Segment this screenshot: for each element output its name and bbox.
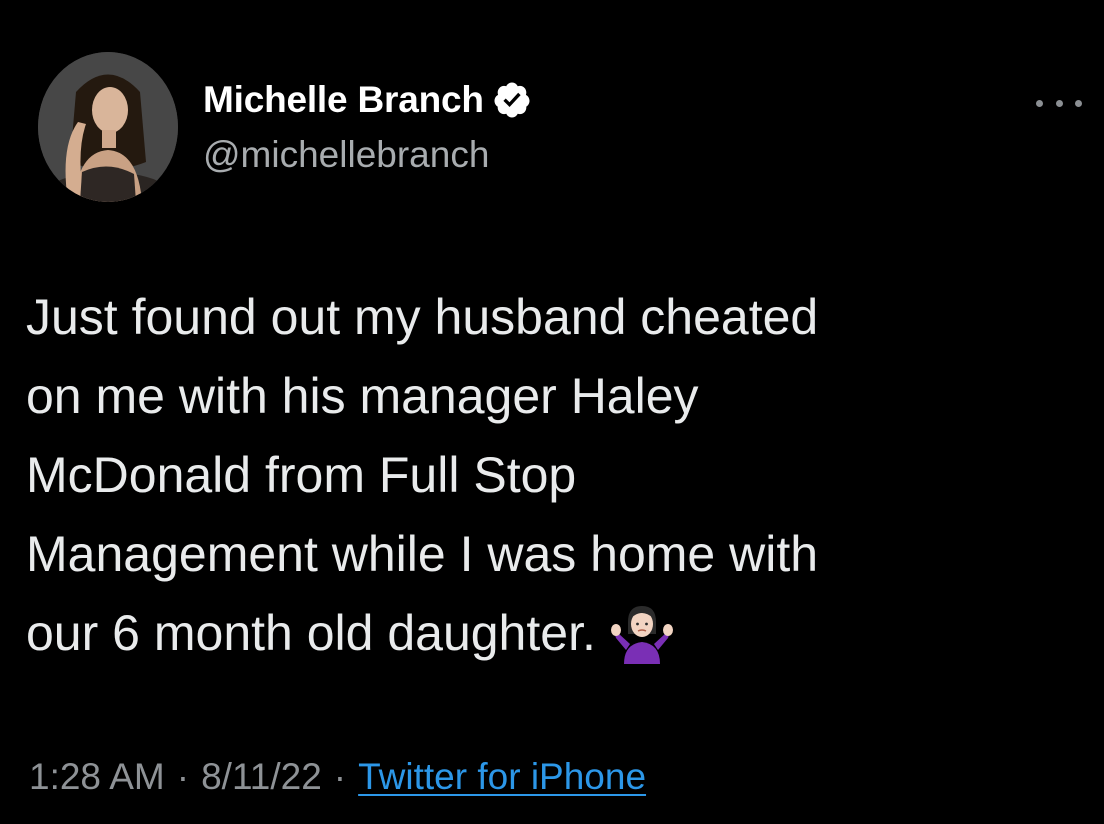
more-dot xyxy=(1055,99,1063,107)
tweet-line-last: our 6 month old daughter. xyxy=(26,594,1076,673)
more-dot xyxy=(1036,99,1043,107)
tweet-line: McDonald from Full Stop xyxy=(26,447,577,503)
tweet-text: Just found out my husband cheated on me … xyxy=(26,278,1076,673)
avatar-photo xyxy=(38,52,178,202)
more-dot xyxy=(1075,99,1082,107)
author-handle[interactable]: @michellebranch xyxy=(203,134,489,176)
tweet-line: our 6 month old daughter. xyxy=(26,605,596,661)
more-horizontal-icon[interactable] xyxy=(1036,96,1082,110)
tweet-time[interactable]: 1:28 AM xyxy=(29,756,165,797)
tweet-line: Management while I was home with xyxy=(26,526,819,582)
person-shrugging-emoji-icon xyxy=(610,600,674,664)
tweet-meta: 1:28 AM · 8/11/22 · Twitter for iPhone xyxy=(29,756,646,798)
meta-separator: · xyxy=(333,756,347,797)
author-name-row[interactable]: Michelle Branch xyxy=(203,76,532,124)
tweet-line: on me with his manager Haley xyxy=(26,368,699,424)
author-display-name[interactable]: Michelle Branch xyxy=(203,79,484,121)
tweet-source-link[interactable]: Twitter for iPhone xyxy=(358,756,646,797)
tweet-date[interactable]: 8/11/22 xyxy=(201,756,322,797)
tweet-line: Just found out my husband cheated xyxy=(26,289,819,345)
verified-badge-icon xyxy=(492,80,532,120)
author-avatar[interactable] xyxy=(38,52,178,202)
meta-separator: · xyxy=(176,756,190,797)
tweet-card: Michelle Branch @michellebranch Just fou… xyxy=(0,0,1104,824)
